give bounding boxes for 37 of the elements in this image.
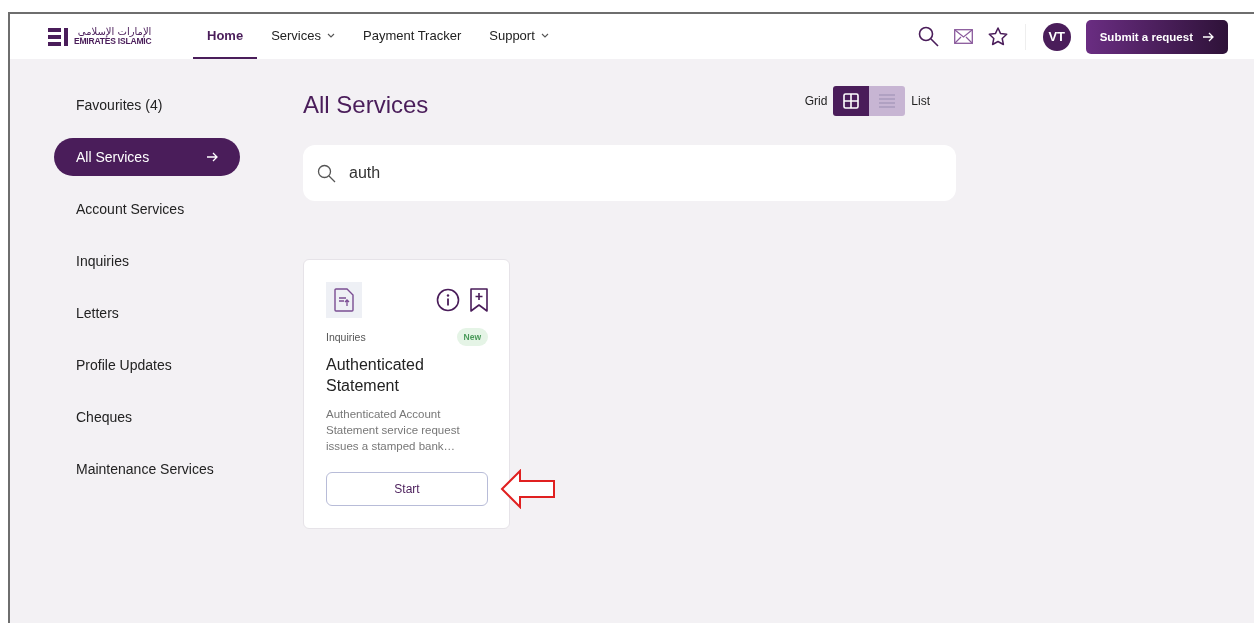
card-description: Authenticated Account Statement service request issues a stamped bank… [326, 407, 461, 454]
grid-icon [843, 93, 860, 109]
search-field[interactable]: auth [303, 145, 956, 201]
nav-link[interactable]: Services [257, 14, 349, 59]
list-label: List [911, 94, 930, 108]
submit-request-button[interactable]: Submit a request [1085, 19, 1228, 54]
document-icon [326, 282, 362, 318]
arrow-right-icon [1203, 31, 1214, 42]
card-category: Inquiries [326, 331, 366, 343]
grid-label: Grid [804, 94, 828, 108]
nav-link[interactable]: Payment Tracker [349, 14, 476, 59]
info-icon[interactable] [436, 288, 460, 312]
user-avatar[interactable]: VT [1042, 22, 1071, 51]
arrow-right-icon [207, 152, 218, 162]
page-title: All Services [303, 91, 429, 119]
sidebar-item[interactable]: Cheques [54, 398, 240, 436]
sidebar-item[interactable]: Letters [54, 294, 240, 332]
new-badge: New [456, 328, 488, 346]
start-button[interactable]: Start [326, 472, 488, 506]
mail-icon[interactable] [953, 29, 973, 44]
search-icon [317, 164, 336, 183]
star-icon[interactable] [987, 27, 1008, 46]
logo-text: EMIRATES ISLAMIC [74, 37, 152, 46]
sidebar-item[interactable]: Profile Updates [54, 346, 240, 384]
sidebar-item[interactable]: Favourites (4) [54, 86, 240, 124]
search-icon[interactable] [917, 26, 939, 47]
nav-link[interactable]: Home [193, 14, 258, 59]
logo-mark-icon [48, 27, 68, 46]
sidebar-item[interactable]: All Services [54, 138, 240, 176]
logo-arabic-text: الإمارات الإسلامي [77, 27, 152, 38]
sidebar-item[interactable]: Account Services [54, 190, 240, 228]
grid-view-button[interactable] [833, 86, 870, 116]
sidebar-item[interactable]: Maintenance Services [54, 450, 240, 488]
sidebar-item[interactable]: Inquiries [54, 242, 240, 280]
bookmark-add-icon[interactable] [470, 288, 488, 312]
card-title: Authenticated Statement [326, 355, 425, 396]
nav-link[interactable]: Support [475, 14, 563, 59]
